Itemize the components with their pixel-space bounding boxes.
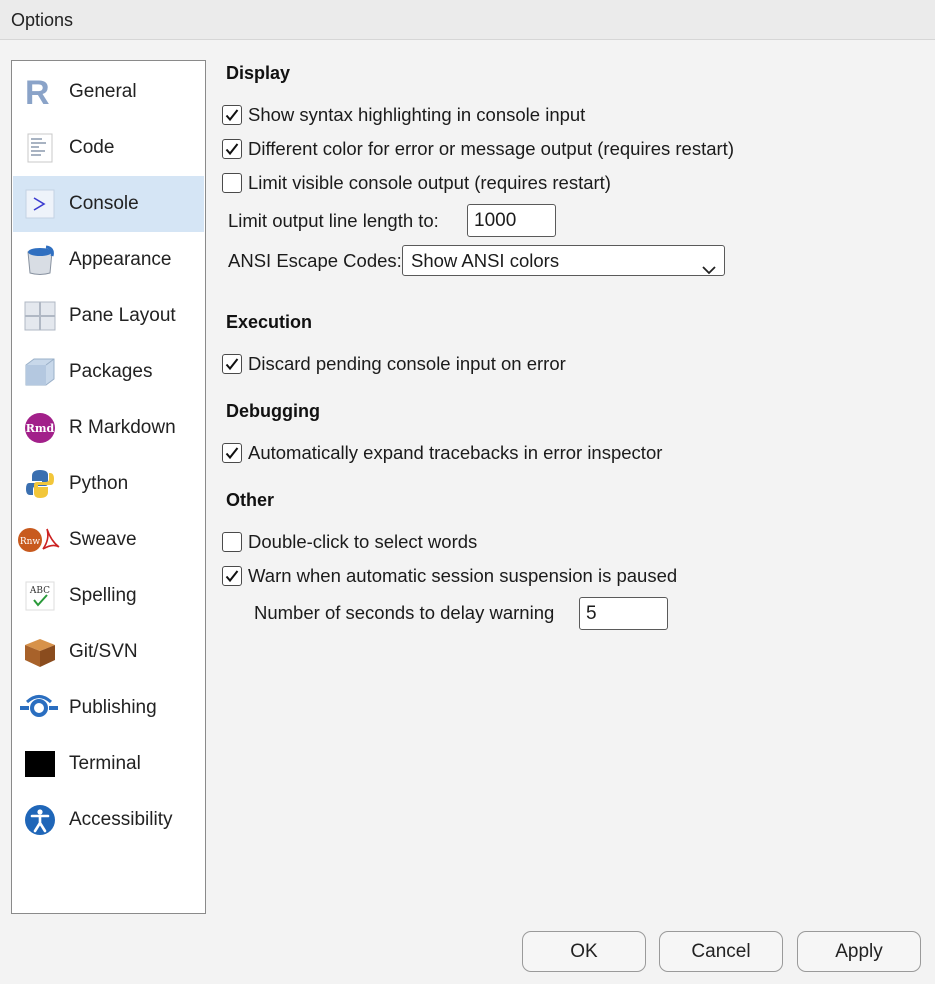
sidebar-item-label: Python (69, 473, 129, 494)
different-color-checkbox[interactable] (222, 139, 242, 159)
sidebar-item-console[interactable]: Console (13, 176, 204, 232)
chevron-down-icon (702, 254, 716, 283)
warn-suspension-option: Warn when automatic session suspension i… (222, 563, 677, 589)
sidebar-item-general[interactable]: R General (13, 64, 204, 120)
sidebar-item-accessibility[interactable]: Accessibility (13, 792, 204, 848)
checkbox-label: Warn when automatic session suspension i… (248, 565, 678, 586)
sidebar-item-appearance[interactable]: Appearance (13, 232, 204, 288)
double-click-option: Double-click to select words (222, 529, 477, 555)
checkbox-label: Limit visible console output (requires r… (248, 172, 611, 193)
warn-suspension-checkbox[interactable] (222, 566, 242, 586)
python-icon (23, 468, 57, 500)
sidebar-item-code[interactable]: Code (13, 120, 204, 176)
sidebar-item-label: R Markdown (69, 417, 176, 438)
accessibility-icon (23, 804, 57, 836)
checkbox-label: Discard pending console input on error (248, 353, 566, 374)
publishing-icon (19, 692, 59, 724)
window-title-bar: Options (0, 0, 935, 40)
line-length-label: Limit output line length to: (228, 210, 439, 231)
sidebar-item-label: Appearance (69, 249, 172, 270)
limit-visible-checkbox[interactable] (222, 173, 242, 193)
sidebar-item-git-svn[interactable]: Git/SVN (13, 624, 204, 680)
delay-warning-input[interactable]: 5 (579, 597, 668, 630)
sidebar-item-python[interactable]: Python (13, 456, 204, 512)
ansi-selected-value: Show ANSI colors (411, 250, 560, 271)
options-sidebar: R General Code Console Appearance Pane L… (11, 60, 206, 914)
expand-tracebacks-option: Automatically expand tracebacks in error… (222, 440, 662, 466)
sidebar-item-label: General (69, 81, 137, 102)
sidebar-item-terminal[interactable]: Terminal (13, 736, 204, 792)
checkbox-label: Different color for error or message out… (248, 138, 734, 159)
sidebar-item-label: Publishing (69, 697, 157, 718)
sidebar-item-label: Terminal (69, 753, 141, 774)
discard-pending-option: Discard pending console input on error (222, 351, 566, 377)
svg-text:Rnw: Rnw (20, 537, 41, 547)
checkbox-label: Show syntax highlighting in console inpu… (248, 104, 586, 125)
syntax-highlighting-option: Show syntax highlighting in console inpu… (222, 102, 585, 128)
display-heading: Display (226, 63, 291, 83)
r-logo-icon: R (23, 76, 57, 108)
sidebar-item-label: Spelling (69, 585, 137, 606)
sidebar-item-label: Accessibility (69, 809, 173, 830)
git-box-icon (23, 636, 57, 668)
sidebar-item-label: Pane Layout (69, 305, 176, 326)
discard-pending-checkbox[interactable] (222, 354, 242, 374)
code-document-icon (23, 132, 57, 164)
checkbox-label: Double-click to select words (248, 531, 478, 552)
rmd-icon: Rmd (23, 412, 57, 444)
sidebar-item-spelling[interactable]: ABC Spelling (13, 568, 204, 624)
sidebar-item-label: Git/SVN (69, 641, 138, 662)
sidebar-item-publishing[interactable]: Publishing (13, 680, 204, 736)
sidebar-item-packages[interactable]: Packages (13, 344, 204, 400)
ok-button[interactable]: OK (522, 931, 646, 972)
sidebar-item-r-markdown[interactable]: Rmd R Markdown (13, 400, 204, 456)
line-length-input[interactable]: 1000 (467, 204, 556, 237)
ansi-label: ANSI Escape Codes: (228, 250, 402, 271)
checkbox-label: Automatically expand tracebacks in error… (248, 442, 663, 463)
sidebar-item-label: Console (69, 193, 139, 214)
svg-text:Rmd: Rmd (26, 422, 55, 435)
sidebar-item-label: Packages (69, 361, 153, 382)
other-heading: Other (226, 490, 275, 510)
pane-layout-icon (23, 300, 57, 332)
ansi-escape-select[interactable]: Show ANSI colors (402, 245, 725, 276)
terminal-icon (23, 748, 57, 780)
expand-tracebacks-checkbox[interactable] (222, 443, 242, 463)
apply-button[interactable]: Apply (797, 931, 921, 972)
delay-warning-label: Number of seconds to delay warning (254, 602, 555, 623)
window-title: Options (11, 10, 74, 30)
svg-text:R: R (25, 76, 50, 108)
different-color-option: Different color for error or message out… (222, 136, 734, 162)
paint-bucket-icon (23, 244, 57, 276)
syntax-highlighting-checkbox[interactable] (222, 105, 242, 125)
limit-visible-option: Limit visible console output (requires r… (222, 170, 611, 196)
console-prompt-icon (23, 188, 57, 220)
debugging-heading: Debugging (226, 401, 320, 421)
sidebar-item-label: Code (69, 137, 115, 158)
svg-text:ABC: ABC (29, 586, 50, 596)
package-box-icon (23, 356, 57, 388)
execution-heading: Execution (226, 312, 313, 332)
sweave-pdf-icon: Rnw (17, 524, 61, 556)
spelling-check-icon: ABC (23, 580, 57, 612)
cancel-button[interactable]: Cancel (659, 931, 783, 972)
sidebar-item-label: Sweave (69, 529, 137, 550)
sidebar-item-sweave[interactable]: Rnw Sweave (13, 512, 204, 568)
sidebar-item-pane-layout[interactable]: Pane Layout (13, 288, 204, 344)
double-click-checkbox[interactable] (222, 532, 242, 552)
console-options-panel: Display Show syntax highlighting in cons… (222, 56, 922, 656)
